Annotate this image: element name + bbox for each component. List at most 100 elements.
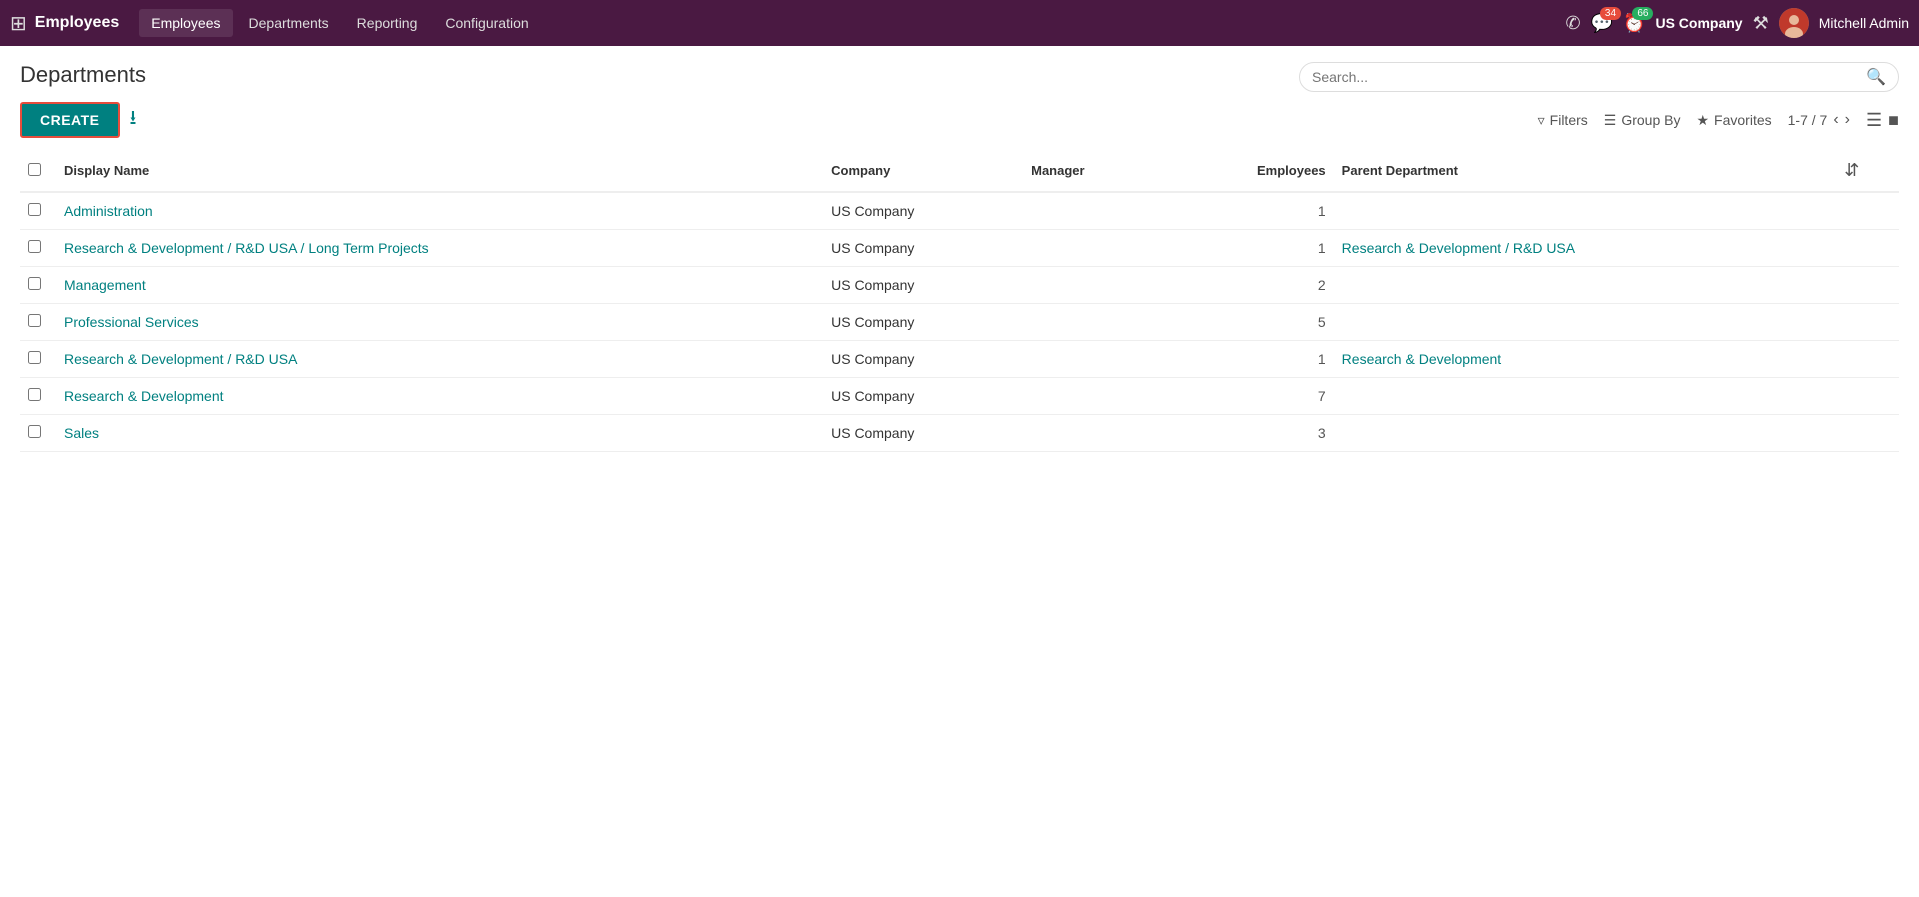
row-parent-dept-1: Research & Development / R&D USA bbox=[1334, 230, 1837, 267]
toolbar: CREATE ⭳ ▿ Filters ☰ Group By ★ Favorite… bbox=[20, 102, 1899, 138]
row-checkbox-5[interactable] bbox=[28, 388, 41, 401]
create-button[interactable]: CREATE bbox=[20, 102, 120, 138]
settings-button[interactable]: ⚒ bbox=[1753, 13, 1769, 34]
row-name-6: Sales bbox=[56, 415, 823, 452]
toolbar-right: ▿ Filters ☰ Group By ★ Favorites 1-7 / 7… bbox=[1538, 110, 1899, 131]
row-checkbox-cell bbox=[20, 230, 56, 267]
row-manager-5 bbox=[1023, 378, 1163, 415]
row-company-5: US Company bbox=[823, 378, 1023, 415]
row-manager-2 bbox=[1023, 267, 1163, 304]
row-manager-1 bbox=[1023, 230, 1163, 267]
row-employees-2: 2 bbox=[1163, 267, 1334, 304]
col-manager: Manager bbox=[1023, 150, 1163, 192]
select-all-col bbox=[20, 150, 56, 192]
row-name-5: Research & Development bbox=[56, 378, 823, 415]
row-name-link-5[interactable]: Research & Development bbox=[64, 388, 224, 404]
table-row: Research & Development / R&D USA US Comp… bbox=[20, 341, 1899, 378]
row-employees-1: 1 bbox=[1163, 230, 1334, 267]
row-company-0: US Company bbox=[823, 192, 1023, 230]
filters-button[interactable]: ▿ Filters bbox=[1538, 112, 1588, 129]
row-actions-4 bbox=[1836, 341, 1899, 378]
favorites-label: Favorites bbox=[1714, 112, 1772, 128]
row-checkbox-cell bbox=[20, 341, 56, 378]
row-name-link-1[interactable]: Research & Development / R&D USA / Long … bbox=[64, 240, 429, 256]
row-actions-3 bbox=[1836, 304, 1899, 341]
kanban-view-button[interactable]: ■ bbox=[1888, 110, 1899, 131]
groupby-label: Group By bbox=[1621, 112, 1680, 128]
row-checkbox-cell bbox=[20, 304, 56, 341]
column-adjust-button[interactable]: ⇵ bbox=[1844, 160, 1859, 181]
row-manager-6 bbox=[1023, 415, 1163, 452]
row-name-2: Management bbox=[56, 267, 823, 304]
row-actions-6 bbox=[1836, 415, 1899, 452]
nav-departments[interactable]: Departments bbox=[237, 9, 341, 37]
col-employees: Employees bbox=[1163, 150, 1334, 192]
page-title: Departments bbox=[20, 62, 146, 88]
nav-reporting[interactable]: Reporting bbox=[345, 9, 430, 37]
row-name-link-0[interactable]: Administration bbox=[64, 203, 153, 219]
row-checkbox-4[interactable] bbox=[28, 351, 41, 364]
search-input[interactable] bbox=[1312, 69, 1866, 85]
favorites-button[interactable]: ★ Favorites bbox=[1696, 112, 1771, 129]
row-checkbox-6[interactable] bbox=[28, 425, 41, 438]
user-name: Mitchell Admin bbox=[1819, 15, 1909, 31]
row-name-link-3[interactable]: Professional Services bbox=[64, 314, 199, 330]
list-view-button[interactable]: ☰ bbox=[1866, 110, 1882, 131]
row-employees-3: 5 bbox=[1163, 304, 1334, 341]
row-company-4: US Company bbox=[823, 341, 1023, 378]
help-icon-button[interactable]: ✆ bbox=[1566, 13, 1581, 34]
search-icon: 🔍 bbox=[1866, 67, 1886, 87]
page-content: Departments 🔍 CREATE ⭳ ▿ Filters ☰ Group… bbox=[0, 46, 1919, 897]
activity-button[interactable]: ⏰ 66 bbox=[1623, 13, 1645, 34]
navbar-right: ✆ 💬 34 ⏰ 66 US Company ⚒ Mitchell Admin bbox=[1566, 8, 1909, 38]
row-name-1: Research & Development / R&D USA / Long … bbox=[56, 230, 823, 267]
row-checkbox-0[interactable] bbox=[28, 203, 41, 216]
search-bar: 🔍 bbox=[1299, 62, 1899, 92]
row-name-link-6[interactable]: Sales bbox=[64, 425, 99, 441]
nav-employees[interactable]: Employees bbox=[139, 9, 232, 37]
download-button[interactable]: ⭳ bbox=[130, 103, 137, 137]
row-name-4: Research & Development / R&D USA bbox=[56, 341, 823, 378]
chat-button[interactable]: 💬 34 bbox=[1591, 13, 1613, 34]
apps-menu-button[interactable]: ⊞ bbox=[10, 11, 27, 36]
row-name-link-4[interactable]: Research & Development / R&D USA bbox=[64, 351, 297, 367]
navbar-menu: Employees Departments Reporting Configur… bbox=[139, 9, 1565, 37]
company-name: US Company bbox=[1655, 15, 1742, 31]
row-checkbox-3[interactable] bbox=[28, 314, 41, 327]
row-checkbox-1[interactable] bbox=[28, 240, 41, 253]
filters-label: Filters bbox=[1550, 112, 1588, 128]
avatar bbox=[1779, 8, 1809, 38]
row-parent-dept-3 bbox=[1334, 304, 1837, 341]
row-employees-4: 1 bbox=[1163, 341, 1334, 378]
app-name: Employees bbox=[35, 14, 119, 32]
nav-configuration[interactable]: Configuration bbox=[433, 9, 540, 37]
col-company: Company bbox=[823, 150, 1023, 192]
row-parent-dept-4: Research & Development bbox=[1334, 341, 1837, 378]
table-header: Display Name Company Manager Employees P… bbox=[20, 150, 1899, 192]
table-row: Sales US Company 3 bbox=[20, 415, 1899, 452]
row-company-2: US Company bbox=[823, 267, 1023, 304]
navbar: ⊞ Employees Employees Departments Report… bbox=[0, 0, 1919, 46]
row-name-link-2[interactable]: Management bbox=[64, 277, 146, 293]
row-checkbox-2[interactable] bbox=[28, 277, 41, 290]
table-row: Research & Development US Company 7 bbox=[20, 378, 1899, 415]
col-adjust: ⇵ bbox=[1836, 150, 1899, 192]
row-manager-3 bbox=[1023, 304, 1163, 341]
next-page-button[interactable]: › bbox=[1845, 111, 1850, 129]
row-parent-dept-0 bbox=[1334, 192, 1837, 230]
departments-table: Display Name Company Manager Employees P… bbox=[20, 150, 1899, 452]
row-actions-1 bbox=[1836, 230, 1899, 267]
groupby-button[interactable]: ☰ Group By bbox=[1604, 112, 1681, 129]
view-toggle: ☰ ■ bbox=[1866, 110, 1899, 131]
row-parent-dept-2 bbox=[1334, 267, 1837, 304]
row-checkbox-cell bbox=[20, 415, 56, 452]
prev-page-button[interactable]: ‹ bbox=[1833, 111, 1838, 129]
row-parent-dept-6 bbox=[1334, 415, 1837, 452]
select-all-checkbox[interactable] bbox=[28, 163, 41, 176]
navbar-brand: ⊞ Employees bbox=[10, 11, 119, 36]
row-name-0: Administration bbox=[56, 192, 823, 230]
filter-icon: ▿ bbox=[1538, 112, 1545, 129]
page-header: Departments 🔍 bbox=[20, 62, 1899, 92]
row-checkbox-cell bbox=[20, 192, 56, 230]
row-checkbox-cell bbox=[20, 378, 56, 415]
